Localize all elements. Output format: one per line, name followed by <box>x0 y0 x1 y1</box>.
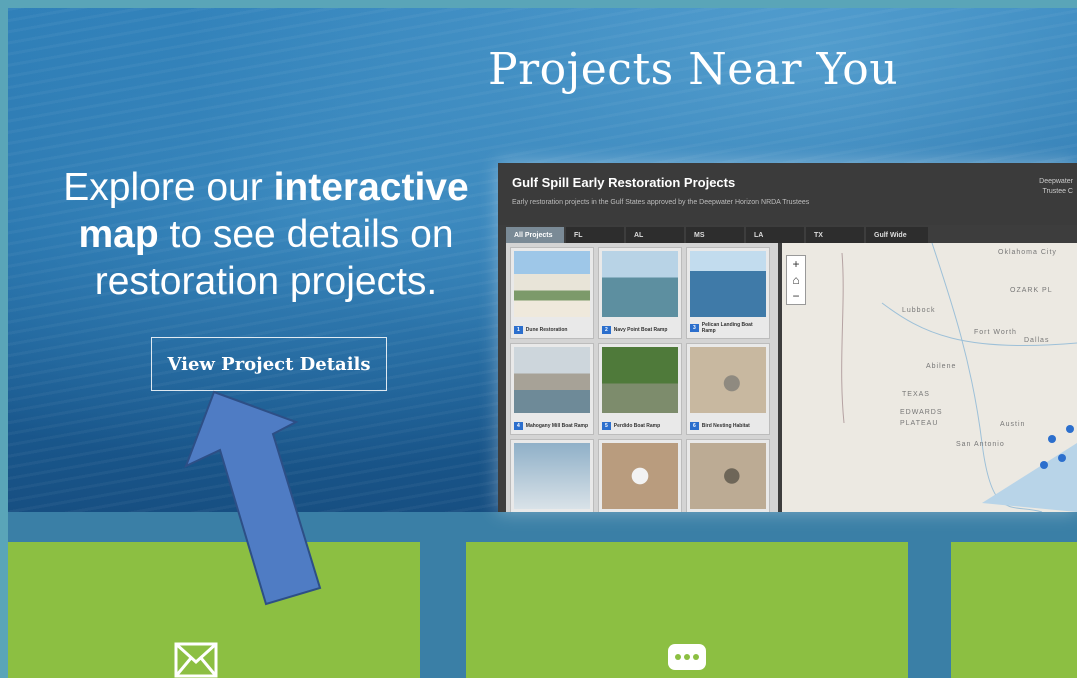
project-card[interactable]: 5 Perdido Boat Ramp <box>598 343 682 435</box>
project-card[interactable]: 3 Pelican Landing Boat Ramp <box>686 247 770 339</box>
zoom-controls: + ⌂ − <box>786 255 806 305</box>
credit-line-1: Deepwater <box>1039 178 1073 185</box>
project-label: Navy Point Boat Ramp <box>613 327 668 333</box>
project-card[interactable] <box>598 439 682 512</box>
project-photo-tern <box>602 443 678 509</box>
map-marker[interactable] <box>1040 461 1048 469</box>
third-tile[interactable] <box>951 542 1077 678</box>
project-badge: 1 <box>514 326 523 334</box>
map-label-plateau: PLATEAU <box>900 420 939 427</box>
chat-bubble-icon <box>668 644 706 670</box>
map-app-preview[interactable]: Gulf Spill Early Restoration Projects Ea… <box>498 163 1077 512</box>
left-frame-border <box>0 0 8 678</box>
map-app-subtitle: Early restoration projects in the Gulf S… <box>512 199 810 206</box>
project-photo-sea <box>690 251 766 317</box>
annotation-arrow-icon <box>184 390 322 606</box>
map-canvas[interactable]: + ⌂ − TEXAS EDWARDS PLATEAU OZARK PL For… <box>782 243 1077 512</box>
project-badge: 3 <box>690 324 699 332</box>
page-title: Projects Near You <box>488 44 899 95</box>
project-gallery: 1 Dune Restoration 2 Navy Point Boat Ramp … <box>506 243 778 512</box>
map-marker[interactable] <box>1048 435 1056 443</box>
project-photo-boat <box>602 251 678 317</box>
map-label-abilene: Abilene <box>926 363 957 370</box>
feedback-tile[interactable] <box>466 542 908 678</box>
project-photo-trees <box>602 347 678 413</box>
envelope-icon <box>174 642 218 678</box>
project-badge: 4 <box>514 422 523 430</box>
zoom-in-button[interactable]: + <box>792 256 799 272</box>
tab-la[interactable]: LA <box>746 227 804 243</box>
project-card[interactable] <box>510 439 594 512</box>
map-basemap <box>841 243 1077 512</box>
map-label-ozark: OZARK PL <box>1010 287 1053 294</box>
project-card[interactable]: 1 Dune Restoration <box>510 247 594 339</box>
view-project-details-button[interactable]: View Project Details <box>151 337 387 391</box>
intro-text: Explore our interactive map to see detai… <box>46 164 486 305</box>
map-marker[interactable] <box>1058 454 1066 462</box>
project-card[interactable]: 2 Navy Point Boat Ramp <box>598 247 682 339</box>
project-photo-shore <box>514 347 590 413</box>
credit-line-2: Trustee C <box>1042 188 1073 195</box>
project-card[interactable] <box>686 439 770 512</box>
map-label-dallas: Dallas <box>1024 337 1050 344</box>
project-label: Dune Restoration <box>525 327 568 333</box>
project-label: Pelican Landing Boat Ramp <box>701 322 753 334</box>
project-label: Bird Nesting Habitat <box>701 423 750 429</box>
map-label-oklahoma-city: Oklahoma City <box>998 249 1057 256</box>
map-app-credit: Deepwater Trustee C <box>1039 177 1073 197</box>
tab-tx[interactable]: TX <box>806 227 864 243</box>
map-app-title: Gulf Spill Early Restoration Projects <box>512 175 736 190</box>
tab-all-projects[interactable]: All Projects <box>506 227 564 243</box>
intro-bold-map: map <box>78 213 159 256</box>
map-label-san-antonio: San Antonio <box>956 441 1005 448</box>
project-photo-dune <box>514 251 590 317</box>
tab-gulf-wide[interactable]: Gulf Wide <box>866 227 928 243</box>
state-tabs: All Projects FL AL MS LA TX Gulf Wide <box>506 227 928 243</box>
tab-ms[interactable]: MS <box>686 227 744 243</box>
map-app-header: Gulf Spill Early Restoration Projects Ea… <box>498 163 1077 225</box>
map-label-fort-worth: Fort Worth <box>974 329 1017 336</box>
project-label: Mahogany Mill Boat Ramp <box>525 423 589 429</box>
map-label-texas: TEXAS <box>902 391 930 398</box>
map-label-austin: Austin <box>1000 421 1026 428</box>
project-card[interactable]: 6 Bird Nesting Habitat <box>686 343 770 435</box>
project-badge: 6 <box>690 422 699 430</box>
intro-part1: Explore our <box>63 166 274 209</box>
project-badge: 5 <box>602 422 611 430</box>
project-label: Perdido Boat Ramp <box>613 423 661 429</box>
map-label-edwards: EDWARDS <box>900 409 943 416</box>
project-card[interactable]: 4 Mahogany Mill Boat Ramp <box>510 343 594 435</box>
tab-al[interactable]: AL <box>626 227 684 243</box>
project-photo-sand <box>690 347 766 413</box>
map-label-lubbock: Lubbock <box>902 307 936 314</box>
zoom-out-button[interactable]: − <box>792 288 799 304</box>
project-badge: 2 <box>602 326 611 334</box>
project-photo-turtle <box>690 443 766 509</box>
home-icon[interactable]: ⌂ <box>792 272 799 288</box>
intro-bold-interactive: interactive <box>273 166 469 209</box>
top-frame-border <box>0 0 1077 8</box>
project-photo-birds <box>514 443 590 509</box>
tab-fl[interactable]: FL <box>566 227 624 243</box>
map-marker[interactable] <box>1066 425 1074 433</box>
